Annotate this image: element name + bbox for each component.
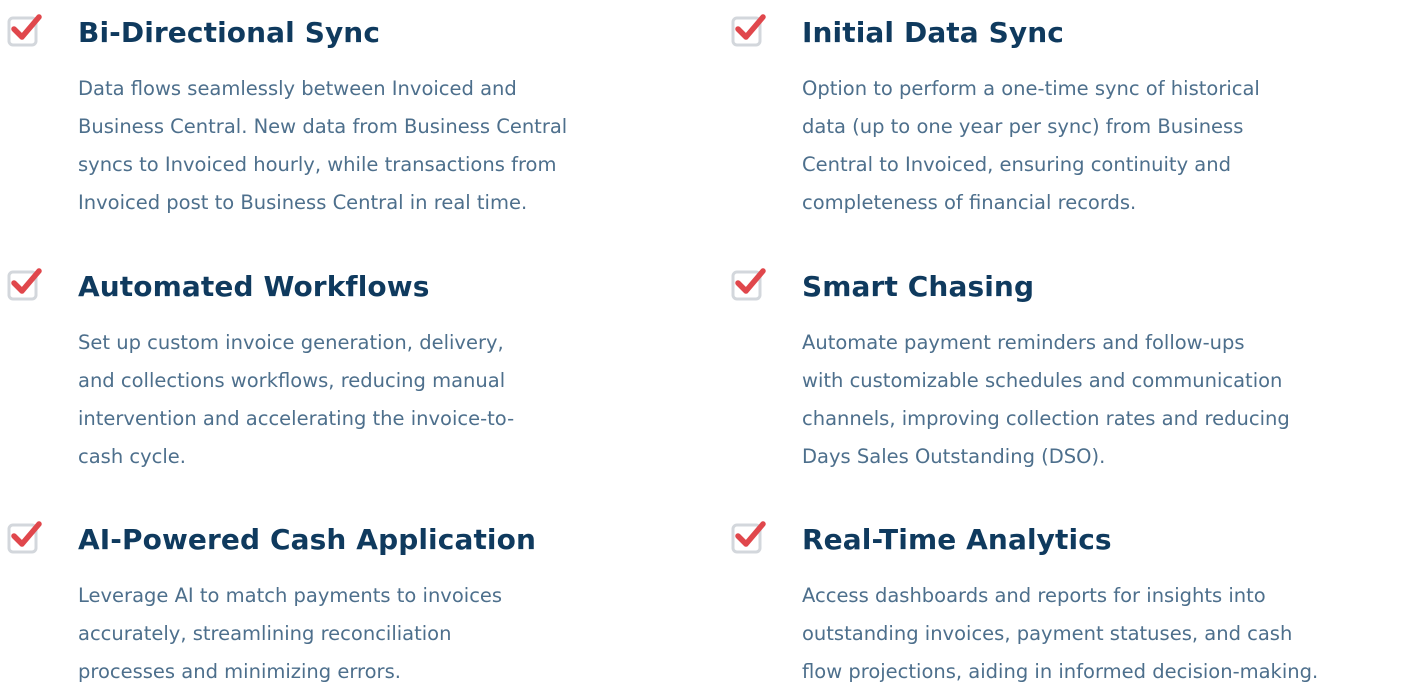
feature-description: Access dashboards and reports for insigh… [802,577,1318,691]
feature-description: Data flows seamlessly between Invoiced a… [78,70,567,222]
description-line: Automate payment reminders and follow-up… [802,331,1245,354]
checkbox-checked-icon [6,12,44,50]
checkbox-checked-icon [6,519,44,557]
feature-description: Set up custom invoice generation, delive… [78,324,514,476]
description-line: Invoiced post to Business Central in rea… [78,191,528,214]
description-line: processes and minimizing errors. [78,660,401,683]
feature-title: Initial Data Sync [802,16,1064,49]
feature-title: Smart Chasing [802,270,1035,303]
description-line: and collections workflows, reducing manu… [78,369,506,392]
description-line: Data flows seamlessly between Invoiced a… [78,77,517,100]
description-line: Days Sales Outstanding (DSO). [802,445,1106,468]
description-line: Leverage AI to match payments to invoice… [78,584,503,607]
feature-title: AI-Powered Cash Application [78,523,537,556]
feature-title: Real-Time Analytics [802,523,1112,556]
description-line: cash cycle. [78,445,186,468]
description-line: flow projections, aiding in informed dec… [802,660,1319,683]
checkbox-checked-icon [730,266,768,304]
description-line: Central to Invoiced, ensuring continuity… [802,153,1231,176]
description-line: outstanding invoices, payment statuses, … [802,622,1293,645]
description-line: completeness of financial records. [802,191,1137,214]
feature-title: Bi-Directional Sync [78,16,381,49]
feature-description: Leverage AI to match payments to invoice… [78,577,502,691]
description-line: data (up to one year per sync) from Busi… [802,115,1244,138]
description-line: Set up custom invoice generation, delive… [78,331,504,354]
checkbox-checked-icon [730,519,768,557]
checkbox-checked-icon [730,12,768,50]
description-line: accurately, streamlining reconciliation [78,622,452,645]
description-line: channels, improving collection rates and… [802,407,1290,430]
feature-title: Automated Workflows [78,270,430,303]
feature-description: Automate payment reminders and follow-up… [802,324,1290,476]
description-line: Option to perform a one-time sync of his… [802,77,1260,100]
description-line: Access dashboards and reports for insigh… [802,584,1266,607]
checkbox-checked-icon [6,266,44,304]
description-line: with customizable schedules and communic… [802,369,1283,392]
description-line: syncs to Invoiced hourly, while transact… [78,153,557,176]
description-line: Business Central. New data from Business… [78,115,568,138]
description-line: intervention and accelerating the invoic… [78,407,515,430]
feature-description: Option to perform a one-time sync of his… [802,70,1260,222]
